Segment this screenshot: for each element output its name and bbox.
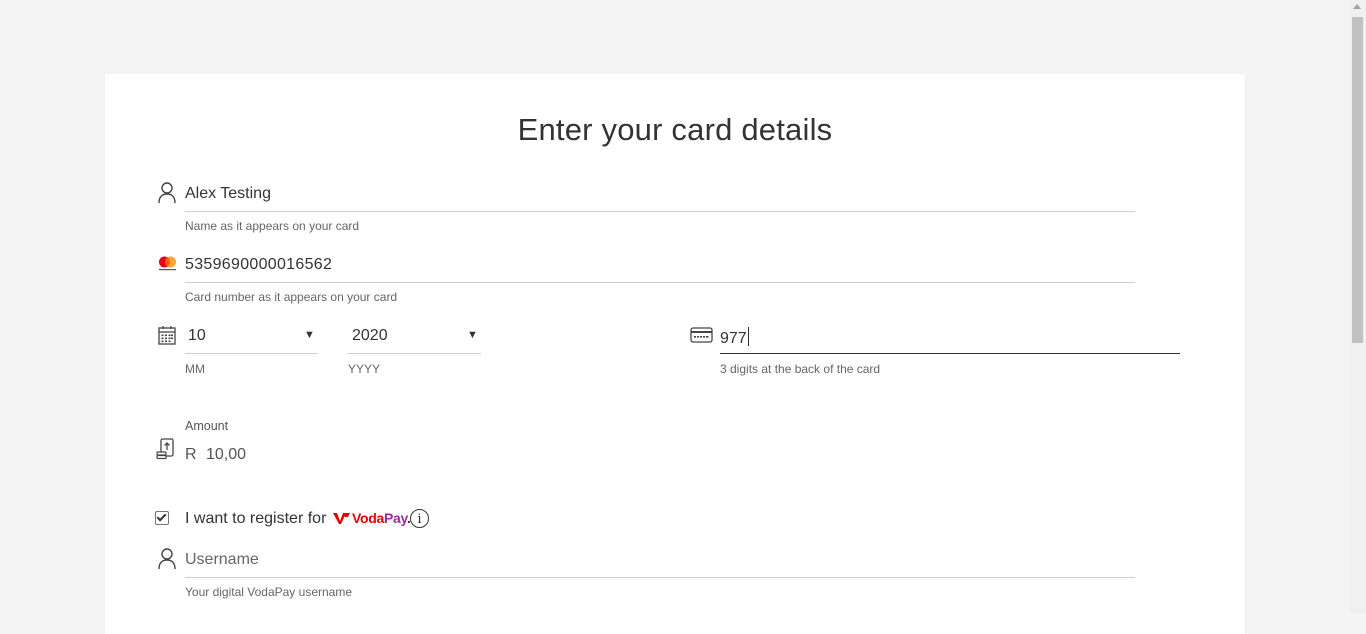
scroll-up-arrow-icon[interactable]: [1353, 4, 1361, 9]
cardholder-name-input[interactable]: Alex Testing: [185, 185, 271, 203]
vertical-scrollbar[interactable]: [1349, 0, 1366, 613]
amount-value: 10,00: [206, 446, 247, 463]
mastercard-icon: [159, 256, 176, 271]
scrollbar-thumb[interactable]: [1352, 17, 1363, 343]
page-title: Enter your card details: [517, 112, 833, 147]
register-vodapay-checkbox[interactable]: [155, 511, 169, 525]
card-number-underline: [185, 282, 1135, 283]
expiry-year-underline: [348, 353, 481, 354]
username-input[interactable]: Username: [185, 551, 259, 569]
cvv-helper: 3 digits at the back of the card: [720, 362, 881, 376]
card-back-icon: [690, 327, 713, 343]
expiry-year-helper: YYYY: [348, 362, 381, 376]
user-icon: [158, 182, 176, 204]
amount-currency: R: [185, 446, 197, 463]
cvv-value: 977: [720, 330, 747, 347]
register-vodapay-label: I want to register for: [185, 510, 327, 527]
user-icon: [158, 548, 176, 570]
username-underline: [185, 577, 1135, 578]
money-hand-icon: [156, 438, 174, 460]
expiry-year-value: 2020: [352, 327, 388, 344]
expiry-month-underline: [185, 353, 318, 354]
username-helper: Your digital VodaPay username: [185, 585, 353, 599]
expiry-month-helper: MM: [185, 362, 205, 376]
chevron-down-icon: ▼: [304, 329, 315, 341]
calendar-icon: [158, 326, 176, 345]
cardholder-name-helper: Name as it appears on your card: [185, 219, 360, 233]
vodapay-logo: VodaPay.: [333, 510, 411, 526]
cardholder-name-underline: [185, 211, 1135, 212]
vodapay-v-icon: [333, 513, 350, 524]
info-icon[interactable]: i: [410, 509, 429, 528]
vodapay-pay-text: Pay: [384, 510, 407, 526]
cvv-input[interactable]: 977: [720, 327, 749, 348]
chevron-down-icon: ▼: [467, 329, 478, 341]
expiry-month-value: 10: [188, 327, 206, 344]
card-number-input[interactable]: 5359690000016562: [185, 256, 332, 274]
card-number-helper: Card number as it appears on your card: [185, 290, 398, 304]
text-cursor: [747, 327, 749, 346]
card-details-panel: Enter your card details Alex Testing Nam…: [105, 74, 1245, 634]
vodapay-voda-text: Voda: [352, 510, 384, 526]
amount-label: Amount: [185, 419, 229, 433]
cvv-underline: [720, 353, 1180, 354]
